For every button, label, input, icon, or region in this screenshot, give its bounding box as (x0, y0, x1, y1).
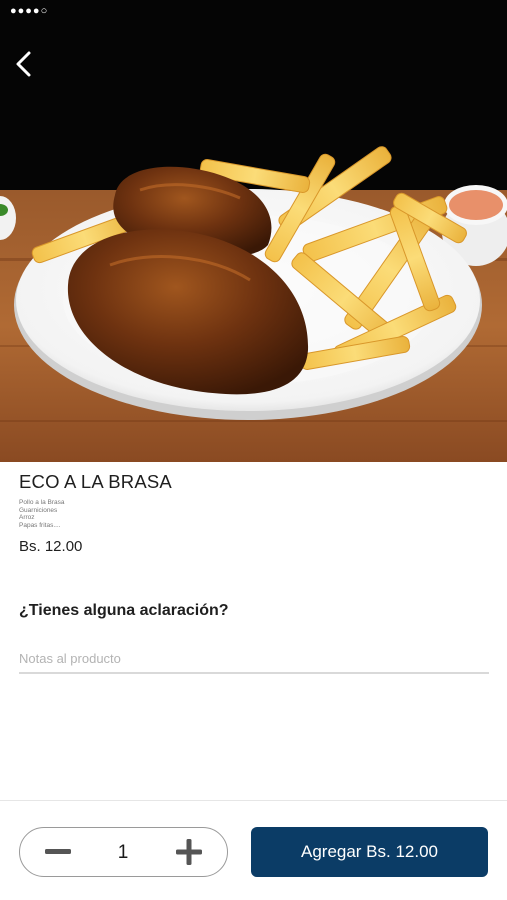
plus-icon (176, 838, 202, 865)
product-photo (0, 0, 507, 462)
increase-quantity-button[interactable] (161, 828, 217, 875)
product-description: Pollo a la Brasa Guarniciones Arroz Papa… (19, 499, 65, 530)
product-price: Bs. 12.00 (19, 538, 83, 555)
description-line: Pollo a la Brasa (19, 499, 65, 506)
product-image: ●●●●○ ︎ (0, 0, 507, 462)
bottom-action-bar: 1 Agregar Bs. 12.00 (0, 800, 507, 900)
status-bar: ●●●●○ ︎ (0, 0, 507, 24)
add-to-cart-button[interactable]: Agregar Bs. 12.00 (251, 827, 488, 877)
description-line: Guarniciones (19, 506, 58, 514)
notes-question-heading: ¿Tienes alguna aclaración? (19, 602, 229, 619)
notes-input[interactable] (19, 644, 489, 674)
chevron-left-icon (16, 51, 31, 77)
description-line: Arroz (19, 514, 35, 522)
description-line: Papas fritas.... (19, 522, 61, 530)
back-button[interactable] (14, 50, 58, 94)
signal-indicator: ●●●●○ ︎ (10, 5, 53, 17)
quantity-stepper: 1 (19, 827, 228, 877)
product-title: ECO A LA BRASA (19, 471, 172, 492)
